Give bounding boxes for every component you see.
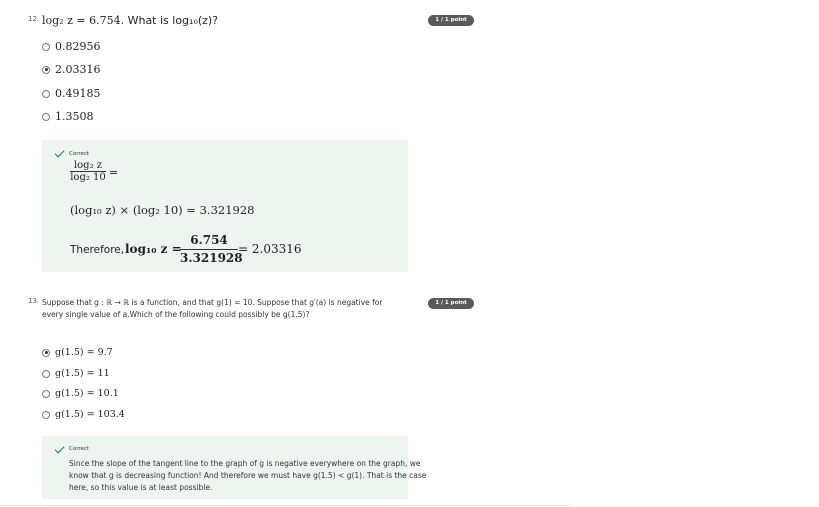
feedback-text: Since the slope of the tangent line to t…	[69, 458, 449, 494]
equals-sign: =	[109, 166, 119, 179]
fraction-log-ratio: log₂ z log₂ 10	[70, 160, 106, 183]
option-label: 1.3508	[55, 110, 94, 123]
therefore-lhs: log₁₀ z =	[125, 242, 182, 256]
radio-button[interactable]	[42, 42, 50, 51]
fraction-denominator: 3.321928	[180, 249, 243, 265]
feedback-status: Correct	[69, 151, 90, 157]
option-label: g(1.5) = 103.4	[55, 409, 125, 420]
option-label: g(1.5) = 11	[55, 368, 110, 379]
divider	[0, 505, 570, 506]
option-label: g(1.5) = 10.1	[55, 388, 119, 399]
fraction-numerator: 6.754	[190, 233, 228, 247]
question-number: 13.	[28, 297, 40, 305]
option-label: 0.82956	[55, 40, 101, 53]
check-icon	[54, 443, 65, 454]
feedback-line: Since the slope of the tangent line to t…	[69, 459, 421, 468]
option-3[interactable]: g(1.5) = 103.4	[42, 409, 125, 420]
radio-button[interactable]	[42, 369, 50, 378]
question-prompt: Suppose that g : ℝ → ℝ is a function, an…	[42, 297, 412, 321]
score-badge: 1 / 1 point	[428, 15, 474, 26]
radio-button[interactable]	[42, 389, 50, 398]
result-value: = 2.03316	[238, 242, 302, 256]
equation-line: (log₁₀ z) × (log₂ 10) = 3.321928	[70, 203, 255, 217]
option-0[interactable]: 0.82956	[42, 40, 101, 53]
fraction-denominator: log₂ 10	[70, 171, 106, 183]
feedback-panel: Correct Since the slope of the tangent l…	[42, 436, 426, 499]
option-0[interactable]: g(1.5) = 9.7	[42, 347, 113, 358]
feedback-line: here, so this value is at least possible…	[69, 483, 213, 492]
score-badge: 1 / 1 point	[428, 298, 474, 309]
feedback-panel: Correct log₂ z log₂ 10 = (log₁₀ z) × (lo…	[42, 140, 408, 272]
radio-button[interactable]	[42, 410, 50, 419]
option-2[interactable]: 0.49185	[42, 87, 101, 100]
option-label: 0.49185	[55, 87, 101, 100]
question-prompt: log₂ z = 6.754. What is log₁₀(z)?	[42, 14, 218, 27]
prompt-line: every single value of a.Which of the fol…	[42, 310, 310, 319]
option-3[interactable]: 1.3508	[42, 110, 94, 123]
prompt-math: log₂ z = 6.754.	[42, 14, 125, 27]
radio-button-selected[interactable]	[42, 348, 50, 357]
fraction-numerator: log₂ z	[73, 160, 103, 171]
check-icon	[54, 147, 65, 158]
option-1[interactable]: 2.03316	[42, 63, 101, 76]
feedback-line: know that g is decreasing function! And …	[69, 471, 427, 480]
radio-button-selected[interactable]	[42, 65, 50, 74]
radio-button[interactable]	[42, 89, 50, 98]
feedback-status: Correct	[69, 446, 90, 452]
therefore-label: Therefore,	[70, 244, 125, 256]
option-label: 2.03316	[55, 63, 101, 76]
prompt-line: Suppose that g : ℝ → ℝ is a function, an…	[42, 298, 383, 307]
option-2[interactable]: g(1.5) = 10.1	[42, 388, 119, 399]
question-number: 12.	[28, 15, 40, 23]
radio-button[interactable]	[42, 112, 50, 121]
option-1[interactable]: g(1.5) = 11	[42, 368, 110, 379]
option-label: g(1.5) = 9.7	[55, 347, 113, 358]
fraction-result: 6.754 3.321928	[180, 233, 243, 265]
prompt-text: What is log₁₀(z)?	[127, 14, 219, 27]
